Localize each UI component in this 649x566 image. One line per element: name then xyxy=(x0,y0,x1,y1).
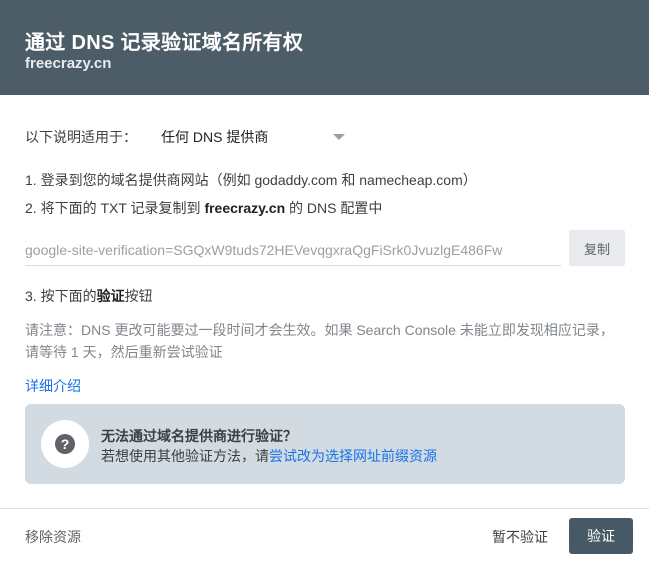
verify-button[interactable]: 验证 xyxy=(569,518,633,554)
url-prefix-link[interactable]: 尝试改为选择网址前缀资源 xyxy=(269,448,437,464)
txt-record-field[interactable] xyxy=(25,230,561,266)
help-icon-circle: ? xyxy=(41,420,89,468)
step-3: 3. 按下面的验证按钮 xyxy=(25,286,153,306)
copy-button[interactable]: 复制 xyxy=(569,230,625,266)
provider-row: 以下说明适用于： 任何 DNS 提供商 xyxy=(25,127,345,147)
provider-select-value: 任何 DNS 提供商 xyxy=(161,129,269,145)
skip-verify-button[interactable]: 暂不验证 xyxy=(492,527,548,547)
chevron-down-icon xyxy=(333,134,345,140)
step-3-suffix: 按钮 xyxy=(124,288,153,304)
dialog-header: 通过 DNS 记录验证域名所有权 freecrazy.cn xyxy=(0,0,649,95)
step-2-prefix: 2. 将下面的 TXT 记录复制到 xyxy=(25,200,205,216)
step-1: 1. 登录到您的域名提供商网站（例如 godaddy.com 和 nameche… xyxy=(25,172,477,188)
property-domain: freecrazy.cn xyxy=(25,55,112,72)
dialog-footer: 移除资源 暂不验证 验证 xyxy=(0,508,649,566)
step-3-bold: 验证 xyxy=(96,288,125,304)
alternative-description: 若想使用其他验证方法，请尝试改为选择网址前缀资源 xyxy=(101,446,437,466)
dns-delay-note: 请注意：DNS 更改可能要过一段时间才会生效。如果 Search Console… xyxy=(25,322,614,360)
learn-more-link[interactable]: 详细介绍 xyxy=(25,376,81,396)
provider-select[interactable]: 任何 DNS 提供商 xyxy=(161,127,345,147)
alternative-method-box: ? 无法通过域名提供商进行验证？ 若想使用其他验证方法，请尝试改为选择网址前缀资… xyxy=(25,404,625,484)
step-2-suffix: 的 DNS 配置中 xyxy=(285,200,383,216)
step-2: 2. 将下面的 TXT 记录复制到 freecrazy.cn 的 DNS 配置中 xyxy=(25,198,382,218)
step-3-prefix: 3. 按下面的 xyxy=(25,288,97,304)
question-icon: ? xyxy=(55,434,75,454)
alternative-title: 无法通过域名提供商进行验证？ xyxy=(101,428,297,444)
alternative-desc-prefix: 若想使用其他验证方法，请 xyxy=(101,448,269,464)
step-2-domain: freecrazy.cn xyxy=(204,200,286,216)
remove-property-button[interactable]: 移除资源 xyxy=(25,527,81,547)
dialog-title: 通过 DNS 记录验证域名所有权 xyxy=(25,32,304,54)
provider-label: 以下说明适用于： xyxy=(25,129,137,145)
txt-record-row: 复制 xyxy=(25,230,625,266)
